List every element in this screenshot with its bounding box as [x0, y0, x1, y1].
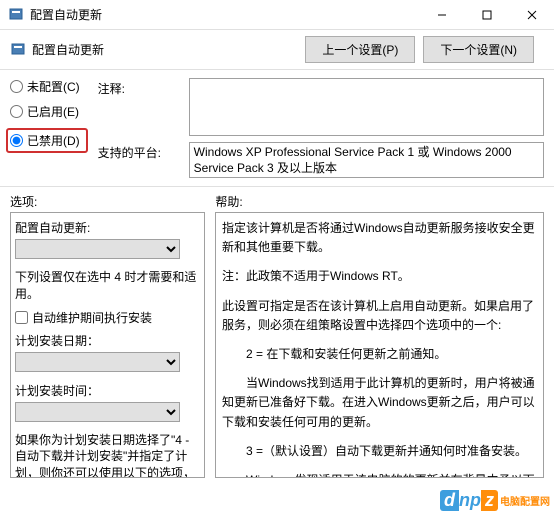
bottom-panels: 配置自动更新: 下列设置仅在选中 4 时才需要和适用。 自动维护期间执行安装 计… [0, 212, 554, 488]
sched-day-label: 计划安装日期： [15, 332, 200, 349]
prev-setting-button[interactable]: 上一个设置(P) [305, 36, 415, 63]
help-p7: Windows发现适用于该电脑的的更新并在背景中予以下载（用户不被通知或在此过程… [222, 471, 537, 478]
help-p3: 此设置可指定是否在该计算机上启用自动更新。如果启用了服务，则必须在组策略设置中选… [222, 297, 537, 335]
auto-maintenance-label: 自动维护期间执行安装 [32, 309, 152, 326]
policy-icon [10, 42, 26, 58]
app-icon [8, 7, 24, 23]
config-area: 未配置(C) 已启用(E) 已禁用(D) 注释: 支持的平台: Windows … [0, 70, 554, 187]
sched-day-select[interactable] [15, 352, 180, 372]
help-p6: 3 =（默认设置）自动下载更新并通知何时准备安装。 [222, 442, 537, 461]
radio-disabled-label: 已禁用(D) [27, 132, 80, 149]
radio-enabled-label: 已启用(E) [27, 103, 79, 120]
help-section-label: 帮助: [215, 193, 544, 210]
radio-enabled[interactable]: 已启用(E) [10, 103, 88, 120]
watermark-text: 电脑配置网 [500, 493, 550, 508]
radio-not-configured-label: 未配置(C) [27, 78, 80, 95]
watermark: dnpz 电脑配置网 [440, 490, 550, 511]
radio-not-configured[interactable]: 未配置(C) [10, 78, 88, 95]
options-heading: 配置自动更新: [15, 219, 200, 236]
window-titlebar: 配置自动更新 [0, 0, 554, 30]
platform-label: 支持的平台: [98, 142, 183, 161]
comment-label: 注释: [98, 78, 183, 97]
help-p2: 注：此政策不适用于Windows RT。 [222, 267, 537, 286]
options-note: 下列设置仅在选中 4 时才需要和适用。 [15, 269, 200, 303]
watermark-logo: dnpz [440, 490, 498, 511]
options-panel[interactable]: 配置自动更新: 下列设置仅在选中 4 时才需要和适用。 自动维护期间执行安装 计… [10, 212, 205, 478]
maximize-button[interactable] [464, 0, 509, 30]
next-setting-button[interactable]: 下一个设置(N) [423, 36, 534, 63]
toolbar-title: 配置自动更新 [32, 41, 305, 58]
radio-enabled-input[interactable] [10, 105, 23, 118]
help-p5: 当Windows找到适用于此计算机的更新时，用户将被通知更新已准备好下载。在进入… [222, 374, 537, 432]
auto-maintenance-checkbox[interactable]: 自动维护期间执行安装 [15, 309, 200, 326]
close-button[interactable] [509, 0, 554, 30]
radio-disabled[interactable]: 已禁用(D) [6, 128, 88, 153]
help-p4: 2 = 在下载和安装任何更新之前通知。 [222, 345, 537, 364]
sched-time-select[interactable] [15, 402, 180, 422]
options-section-label: 选项: [10, 193, 215, 210]
sched-note: 如果你为计划安装日期选择了"4 - 自动下载并计划安装"并指定了计划，则你还可以… [15, 432, 200, 478]
platform-textbox: Windows XP Professional Service Pack 1 或… [189, 142, 544, 178]
sched-time-label: 计划安装时间： [15, 382, 200, 399]
window-title: 配置自动更新 [30, 6, 419, 23]
minimize-button[interactable] [419, 0, 464, 30]
comment-textarea[interactable] [189, 78, 544, 136]
help-p1: 指定该计算机是否将通过Windows自动更新服务接收安全更新和其他重要下载。 [222, 219, 537, 257]
auto-maintenance-input[interactable] [15, 311, 28, 324]
update-mode-select[interactable] [15, 239, 180, 259]
radio-not-configured-input[interactable] [10, 80, 23, 93]
toolbar: 配置自动更新 上一个设置(P) 下一个设置(N) [0, 30, 554, 70]
section-labels: 选项: 帮助: [0, 187, 554, 212]
radio-disabled-input[interactable] [10, 134, 23, 147]
help-panel[interactable]: 指定该计算机是否将通过Windows自动更新服务接收安全更新和其他重要下载。 注… [215, 212, 544, 478]
